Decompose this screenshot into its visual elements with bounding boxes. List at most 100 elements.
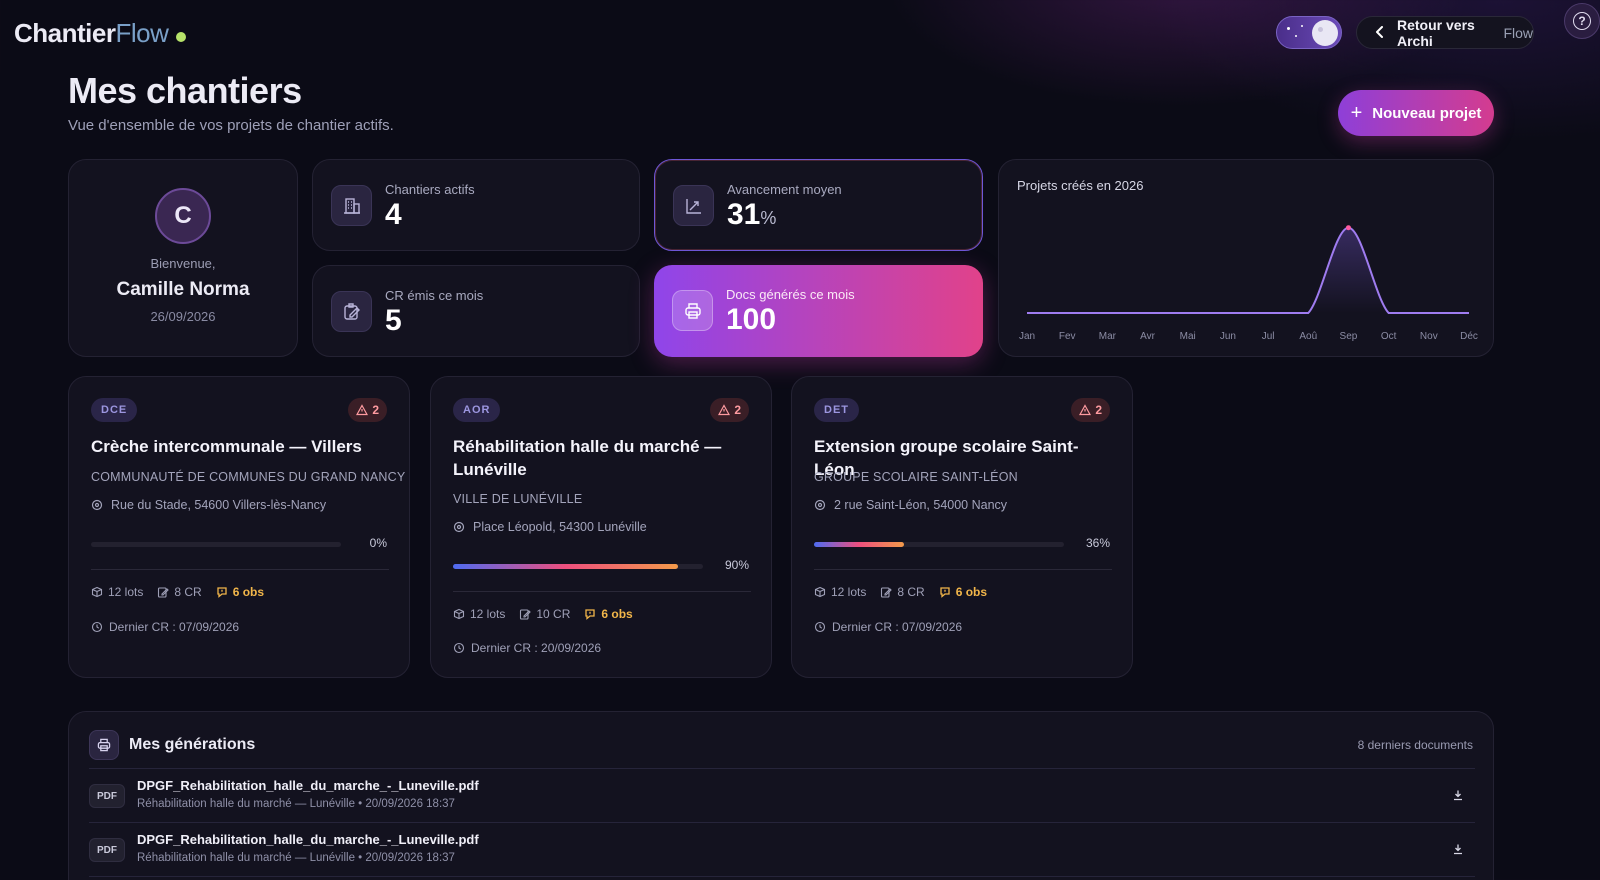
back-label: Retour vers Archi	[1397, 16, 1475, 49]
project-address: Rue du Stade, 54600 Villers-lès-Nancy	[91, 498, 326, 512]
file-type-badge: PDF	[89, 838, 125, 862]
cr-label: 8 CR	[174, 585, 202, 599]
trend-up-icon	[673, 185, 714, 226]
obs-count[interactable]: 6 obs	[939, 585, 987, 599]
cr-count: 8 CR	[880, 585, 925, 599]
address-text: Place Léopold, 54300 Lunéville	[473, 520, 647, 534]
project-card[interactable]: DCE 2 Crèche intercommunale — Villers CO…	[68, 376, 410, 678]
x-tick-label: Jul	[1262, 331, 1275, 342]
divider	[89, 768, 1475, 769]
project-meta: 12 lots 8 CR 6 obs	[814, 585, 987, 599]
last-cr-text: Dernier CR : 07/09/2026	[109, 620, 240, 634]
top-bar: Chantier Flow Retour vers Archi Flow ?	[0, 0, 1600, 66]
obs-count[interactable]: 6 obs	[216, 585, 264, 599]
comment-alert-icon	[217, 587, 227, 598]
welcome-card: C Bienvenue, Camille Norma 26/09/2026	[68, 159, 298, 357]
project-meta: 12 lots 10 CR 6 obs	[453, 607, 633, 621]
stat-label: Chantiers actifs	[385, 182, 475, 197]
stat-active-sites[interactable]: Chantiers actifs 4	[312, 159, 640, 251]
document-edit-icon	[158, 587, 170, 598]
alert-badge[interactable]: 2	[348, 398, 387, 422]
x-tick-label: Mar	[1099, 331, 1117, 342]
project-title[interactable]: Crèche intercommunale — Villers	[91, 435, 391, 458]
clock-icon	[814, 621, 826, 633]
stat-unit: %	[760, 208, 777, 228]
lots-count: 12 lots	[91, 585, 143, 599]
lots-label: 12 lots	[108, 585, 144, 599]
phase-badge: DET	[814, 398, 859, 422]
generations-count: 8 derniers documents	[1357, 738, 1473, 752]
download-icon[interactable]	[1449, 786, 1467, 804]
avatar[interactable]: C	[155, 188, 211, 244]
alert-badge[interactable]: 2	[710, 398, 749, 422]
new-project-button[interactable]: + Nouveau projet	[1338, 90, 1494, 136]
stat-label: Docs générés ce mois	[726, 287, 855, 302]
alert-badge[interactable]: 2	[1071, 398, 1110, 422]
project-title[interactable]: Réhabilitation halle du marché — Lunévil…	[453, 435, 753, 481]
building-icon	[331, 185, 372, 226]
document-row[interactable]: PDF DPGF_Rehabilitation_halle_du_marche_…	[89, 824, 1475, 876]
stat-cr-issued[interactable]: CR émis ce mois 5	[312, 265, 640, 357]
help-icon: ?	[1573, 12, 1591, 30]
progress-fill	[453, 564, 678, 569]
printer-icon	[89, 730, 119, 760]
warning-icon	[356, 404, 369, 416]
divider	[89, 876, 1475, 877]
stat-label: CR émis ce mois	[385, 288, 484, 303]
file-name[interactable]: DPGF_Rehabilitation_halle_du_marche_-_Lu…	[137, 832, 479, 847]
last-cr-text: Dernier CR : 20/09/2026	[471, 641, 602, 655]
location-pin-icon	[453, 521, 465, 533]
status-dot-icon	[176, 31, 187, 42]
progress-percent: 36%	[1085, 536, 1110, 550]
help-button[interactable]: ?	[1564, 3, 1600, 39]
obs-count[interactable]: 6 obs	[584, 607, 633, 621]
logo-text-primary: Chantier	[14, 18, 116, 48]
project-card[interactable]: AOR 2 Réhabilitation halle du marché — L…	[430, 376, 772, 678]
back-label-suffix: Flow	[1503, 24, 1533, 41]
download-icon[interactable]	[1449, 840, 1467, 858]
generations-panel: Mes générations 8 derniers documents PDF…	[68, 711, 1494, 880]
cr-count: 10 CR	[519, 607, 570, 621]
stars-icon	[1287, 25, 1307, 41]
alert-count: 2	[372, 403, 379, 417]
box-icon	[814, 586, 826, 598]
x-tick-label: Jun	[1220, 331, 1236, 342]
x-tick-label: Mai	[1180, 331, 1196, 342]
document-edit-icon	[881, 587, 893, 598]
stat-value: 31%	[727, 198, 776, 232]
comment-alert-icon	[585, 609, 596, 620]
line-chart: Jan Fev Mar Avr Mai Jun Jul Aoû Sep Oct Nov Déc	[1019, 225, 1478, 342]
stat-docs-generated[interactable]: Docs générés ce mois 100	[654, 265, 983, 357]
page-subtitle: Vue d'ensemble de vos projets de chantie…	[68, 117, 394, 134]
generations-title: Mes générations	[129, 736, 256, 753]
chart-series-line	[1027, 226, 1469, 314]
user-name: Camille Norma	[116, 279, 250, 300]
document-edit-icon	[520, 609, 532, 620]
warning-icon	[1079, 404, 1092, 416]
chart-point[interactable]	[1345, 225, 1351, 231]
location-pin-icon	[814, 499, 826, 511]
last-cr: Dernier CR : 20/09/2026	[453, 641, 601, 655]
project-client: VILLE DE LUNÉVILLE	[453, 492, 583, 506]
plus-icon: +	[1350, 101, 1363, 124]
stat-value: 100	[726, 303, 777, 336]
location-pin-icon	[91, 499, 103, 511]
phase-badge: AOR	[453, 398, 501, 422]
project-card[interactable]: DET 2 Extension groupe scolaire Saint-Lé…	[791, 376, 1133, 678]
moon-icon	[1312, 20, 1338, 46]
clipboard-edit-icon	[331, 291, 372, 332]
document-row[interactable]: PDF DPGF_Rehabilitation_halle_du_marche_…	[89, 770, 1475, 822]
file-meta: Réhabilitation halle du marché — Lunévil…	[137, 798, 455, 810]
lots-label: 12 lots	[831, 585, 867, 599]
theme-toggle[interactable]	[1276, 16, 1342, 49]
back-to-archiflow-button[interactable]: Retour vers Archi Flow	[1356, 16, 1534, 49]
stat-average-progress[interactable]: Avancement moyen 31%	[654, 159, 983, 251]
divider	[89, 822, 1475, 823]
stat-label: Avancement moyen	[727, 182, 842, 197]
obs-label: 6 obs	[955, 585, 988, 599]
page-title: Mes chantiers	[68, 70, 302, 111]
stat-number: 31	[727, 198, 761, 231]
app-logo[interactable]: Chantier Flow	[14, 18, 187, 49]
file-type-badge: PDF	[89, 784, 125, 808]
file-name[interactable]: DPGF_Rehabilitation_halle_du_marche_-_Lu…	[137, 778, 479, 793]
